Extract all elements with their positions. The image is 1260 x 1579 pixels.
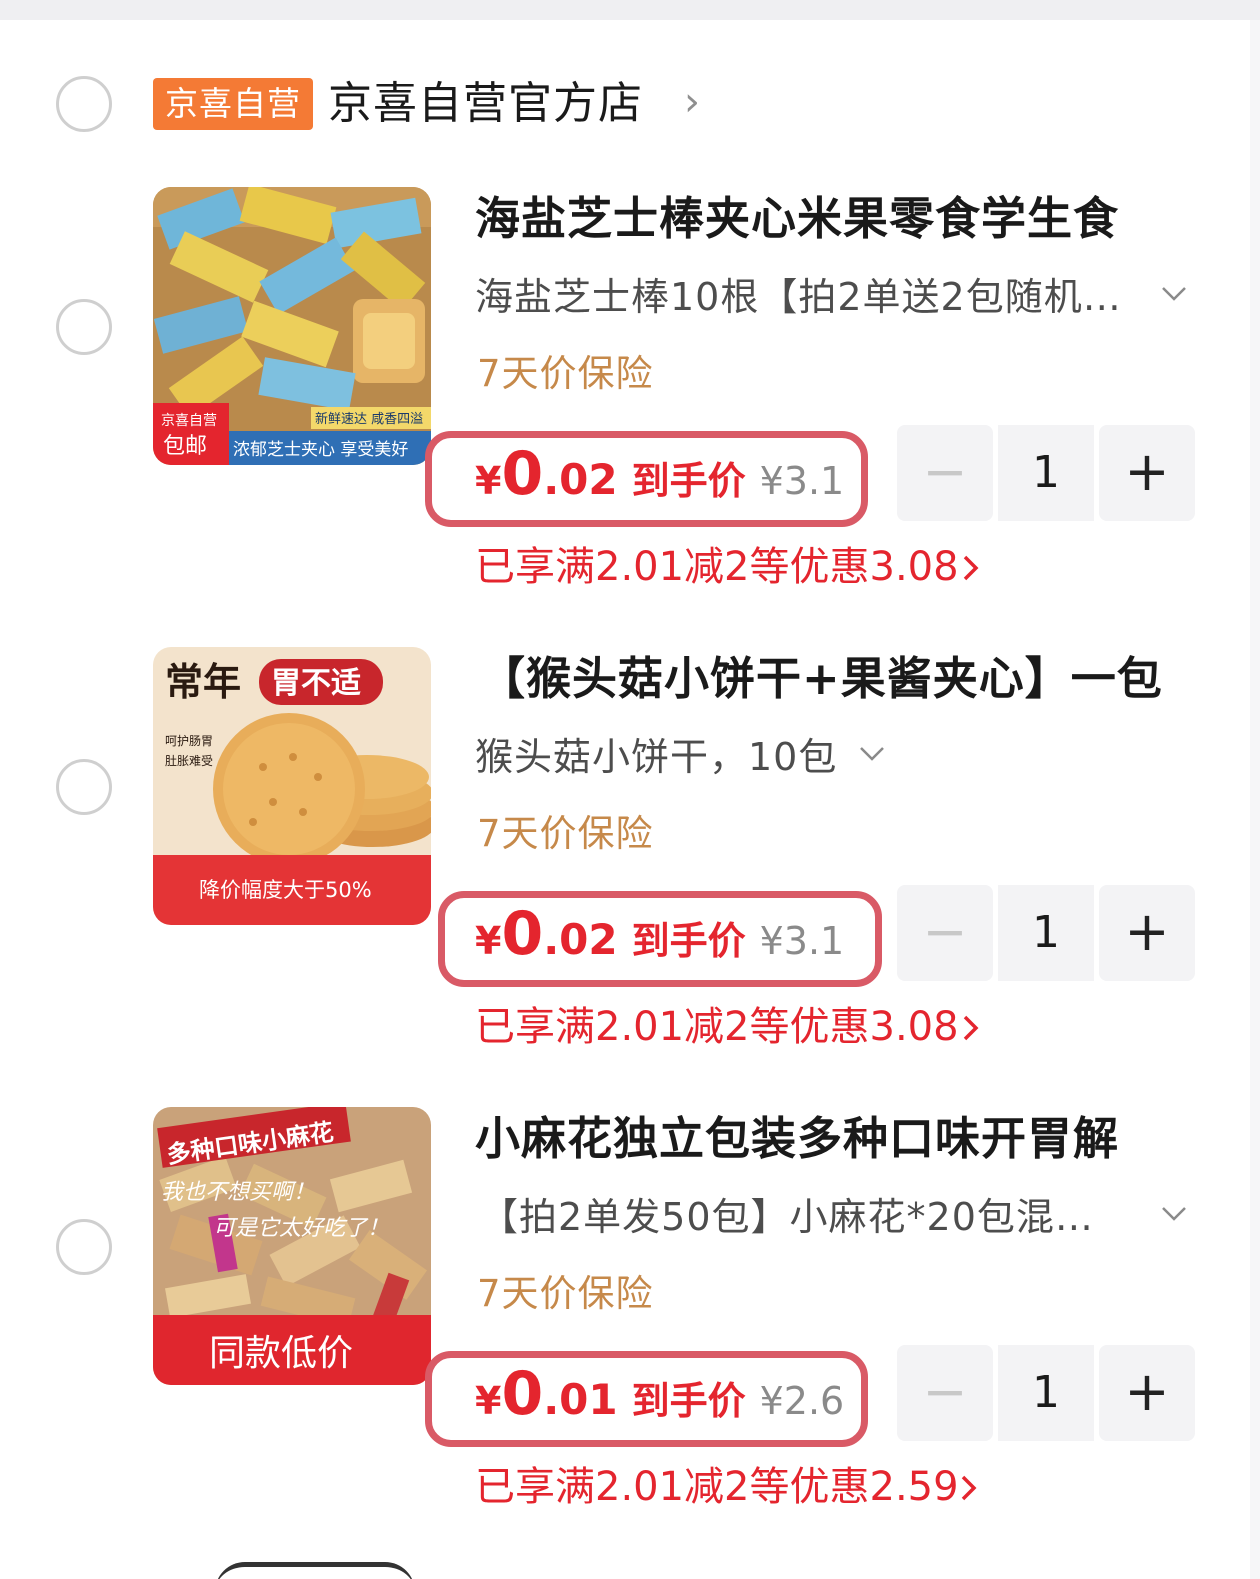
quantity-stepper: − 1 + xyxy=(897,425,1195,521)
cart-item: 常年 胃不适 呵护肠胃 肚胀难受 降价幅度大于50% 【猴头菇小饼干+果酱夹心】… xyxy=(0,647,1250,1107)
price-decimal: .01 xyxy=(543,1375,618,1424)
image-banner-text: 同款低价 xyxy=(209,1333,353,1374)
price-label: 到手价 xyxy=(631,919,746,963)
image-line1: 我也不想买啊！ xyxy=(161,1180,315,1205)
price-integer: 0 xyxy=(501,1359,544,1429)
quantity-stepper: − 1 + xyxy=(897,1345,1195,1441)
quantity-value[interactable]: 1 xyxy=(998,885,1094,981)
price-row: ¥0.02 到手价 ¥3.1 xyxy=(475,439,844,511)
price-row: ¥0.01 到手价 ¥2.6 xyxy=(475,1359,844,1431)
product-image[interactable]: 京喜自营 包邮 浓郁芝士夹心 享受美好 新鲜速达 咸香四溢 xyxy=(153,187,431,465)
decrease-button[interactable]: − xyxy=(897,1345,993,1441)
top-divider-strip xyxy=(0,0,1260,20)
price-label: 到手价 xyxy=(631,1379,746,1423)
item-select-radio[interactable] xyxy=(56,299,112,355)
original-price: ¥3.1 xyxy=(759,919,845,963)
increase-button[interactable]: + xyxy=(1099,1345,1195,1441)
price-currency: ¥ xyxy=(475,1379,502,1423)
chevron-right-icon[interactable] xyxy=(960,1013,982,1043)
image-headline: 常年 xyxy=(165,660,241,704)
price-integer: 0 xyxy=(501,899,544,969)
chevron-right-icon[interactable]: › xyxy=(684,74,700,130)
decrease-button[interactable]: − xyxy=(897,885,993,981)
store-select-radio[interactable] xyxy=(56,76,112,132)
price-insurance-label[interactable]: 7天价保险 xyxy=(477,1269,654,1319)
price-insurance-label[interactable]: 7天价保险 xyxy=(477,809,654,859)
next-item-peek xyxy=(215,1562,415,1579)
quantity-value[interactable]: 1 xyxy=(998,1345,1094,1441)
price-label: 到手价 xyxy=(631,459,746,503)
increase-button[interactable]: + xyxy=(1099,885,1195,981)
image-banner-text: 浓郁芝士夹心 享受美好 xyxy=(233,440,408,460)
image-tag-bottom: 包邮 xyxy=(163,434,207,459)
product-variant[interactable]: 海盐芝士棒10根【拍2单送2包随机… xyxy=(475,271,1122,323)
promo-text[interactable]: 已享满2.01减2等优惠3.08 xyxy=(475,999,959,1055)
image-banner-top-text: 新鲜速达 咸香四溢 xyxy=(315,411,423,427)
image-side-line1: 呵护肠胃 xyxy=(165,734,213,748)
quantity-value[interactable]: 1 xyxy=(998,425,1094,521)
promo-text[interactable]: 已享满2.01减2等优惠3.08 xyxy=(475,539,959,595)
product-title[interactable]: 海盐芝士棒夹心米果零食学生食 xyxy=(475,189,1195,249)
image-tag-top: 京喜自营 xyxy=(161,413,217,429)
chevron-down-icon[interactable] xyxy=(1160,1199,1188,1227)
original-price: ¥3.1 xyxy=(759,459,845,503)
store-name[interactable]: 京喜自营官方店 xyxy=(328,76,643,132)
price-integer: 0 xyxy=(501,439,544,509)
price-decimal: .02 xyxy=(543,455,618,504)
price-currency: ¥ xyxy=(475,459,502,503)
product-title[interactable]: 小麻花独立包装多种口味开胃解 xyxy=(475,1109,1195,1169)
price-decimal: .02 xyxy=(543,915,618,964)
price-currency: ¥ xyxy=(475,919,502,963)
product-image[interactable]: 常年 胃不适 呵护肠胃 肚胀难受 降价幅度大于50% xyxy=(153,647,431,925)
chevron-right-icon[interactable] xyxy=(960,553,982,583)
image-headline-tag: 胃不适 xyxy=(271,666,361,701)
image-banner-text: 降价幅度大于50% xyxy=(199,878,372,902)
product-image[interactable]: 多种口味小麻花 我也不想买啊！ 可是它太好吃了！ 同款低价 xyxy=(153,1107,431,1385)
original-price: ¥2.6 xyxy=(759,1379,845,1423)
item-select-radio[interactable] xyxy=(56,1219,112,1275)
increase-button[interactable]: + xyxy=(1099,425,1195,521)
item-select-radio[interactable] xyxy=(56,759,112,815)
product-variant[interactable]: 【拍2单发50包】小麻花*20包混… xyxy=(480,1191,1094,1243)
image-line2: 可是它太好吃了！ xyxy=(213,1216,389,1241)
chevron-down-icon[interactable] xyxy=(858,739,886,767)
store-badge: 京喜自营 xyxy=(153,78,313,130)
chevron-right-icon[interactable] xyxy=(958,1473,980,1503)
cart-item: 京喜自营 包邮 浓郁芝士夹心 享受美好 新鲜速达 咸香四溢 海盐芝士棒夹心米果零… xyxy=(0,187,1250,647)
price-row: ¥0.02 到手价 ¥3.1 xyxy=(475,899,844,971)
product-title[interactable]: 【猴头菇小饼干+果酱夹心】一包 xyxy=(480,649,1200,709)
product-variant[interactable]: 猴头菇小饼干，10包 xyxy=(475,731,837,783)
price-insurance-label[interactable]: 7天价保险 xyxy=(477,349,654,399)
quantity-stepper: − 1 + xyxy=(897,885,1195,981)
decrease-button[interactable]: − xyxy=(897,425,993,521)
cart-item: 多种口味小麻花 我也不想买啊！ 可是它太好吃了！ 同款低价 小麻花独立包装多种口… xyxy=(0,1107,1250,1567)
store-header[interactable]: 京喜自营 京喜自营官方店 › xyxy=(0,60,1250,150)
chevron-down-icon[interactable] xyxy=(1160,279,1188,307)
scroll-edge xyxy=(1250,20,1260,1579)
image-side-line2: 肚胀难受 xyxy=(165,753,213,768)
promo-text[interactable]: 已享满2.01减2等优惠2.59 xyxy=(475,1459,959,1515)
